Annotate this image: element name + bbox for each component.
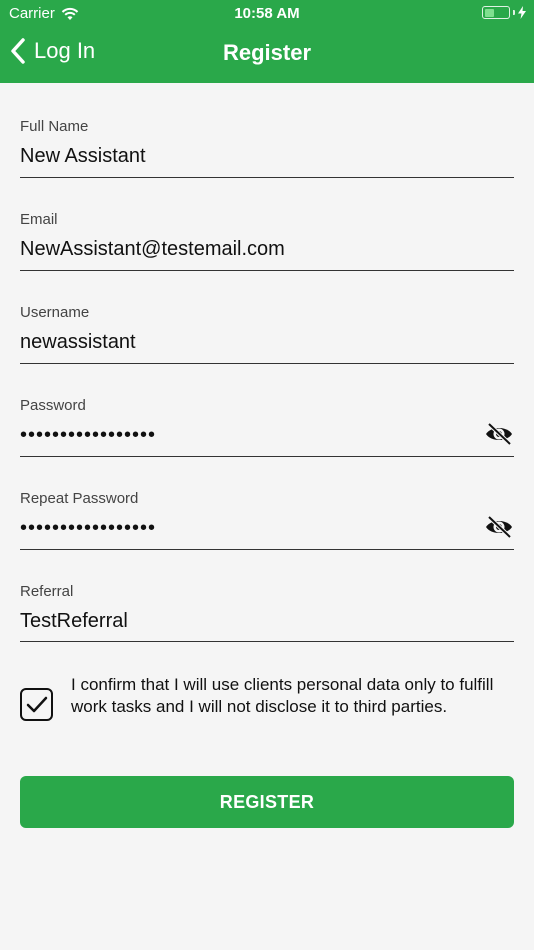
username-input[interactable]: newassistant — [20, 327, 514, 357]
battery-icon — [482, 6, 510, 19]
eye-off-icon[interactable] — [484, 515, 514, 539]
password-field[interactable]: Password ••••••••••••••••• — [20, 397, 514, 457]
referral-underline — [20, 641, 514, 642]
email-input[interactable]: NewAssistant@testemail.com — [20, 234, 514, 264]
username-underline — [20, 363, 514, 364]
full-name-underline — [20, 177, 514, 178]
charging-bolt-icon — [518, 6, 526, 19]
register-button[interactable]: REGISTER — [20, 776, 514, 828]
password-input[interactable]: ••••••••••••••••• — [20, 420, 514, 450]
consent-checkbox[interactable] — [20, 688, 53, 721]
app-header: Carrier 10:58 AM Log In Register — [0, 0, 534, 83]
referral-label: Referral — [20, 583, 74, 600]
username-field[interactable]: Username newassistant — [20, 304, 514, 364]
email-underline — [20, 270, 514, 271]
username-label: Username — [20, 304, 90, 321]
full-name-input[interactable]: New Assistant — [20, 141, 514, 171]
password-label: Password — [20, 397, 86, 414]
status-bar: Carrier 10:58 AM — [0, 0, 534, 28]
email-field[interactable]: Email NewAssistant@testemail.com — [20, 211, 514, 271]
checkmark-icon — [26, 696, 47, 712]
email-label: Email — [20, 211, 58, 228]
repeat-password-label: Repeat Password — [20, 490, 139, 507]
repeat-password-underline — [20, 549, 514, 550]
consent-row: I confirm that I will use clients person… — [20, 674, 514, 721]
full-name-label: Full Name — [20, 118, 89, 135]
password-underline — [20, 456, 514, 457]
consent-text: I confirm that I will use clients person… — [71, 675, 494, 716]
full-name-field[interactable]: Full Name New Assistant — [20, 118, 514, 178]
status-time: 10:58 AM — [234, 5, 300, 22]
eye-off-icon[interactable] — [484, 422, 514, 446]
repeat-password-input[interactable]: ••••••••••••••••• — [20, 513, 514, 543]
repeat-password-field[interactable]: Repeat Password ••••••••••••••••• — [20, 490, 514, 550]
referral-field[interactable]: Referral TestReferral — [20, 583, 514, 642]
page-title: Register — [222, 40, 312, 65]
referral-input[interactable]: TestReferral — [20, 606, 514, 636]
battery-indicator — [482, 6, 526, 19]
